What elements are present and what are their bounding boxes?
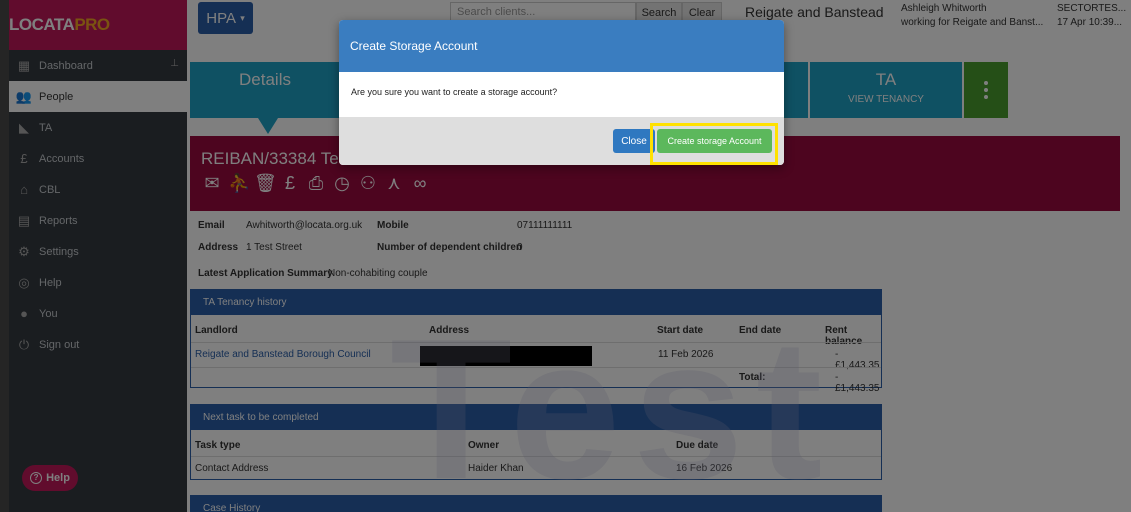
close-button[interactable]: Close bbox=[613, 129, 655, 153]
modal-message: Are you sure you want to create a storag… bbox=[351, 87, 558, 97]
modal-title: Create Storage Account bbox=[339, 20, 784, 72]
highlight-box bbox=[650, 123, 778, 165]
